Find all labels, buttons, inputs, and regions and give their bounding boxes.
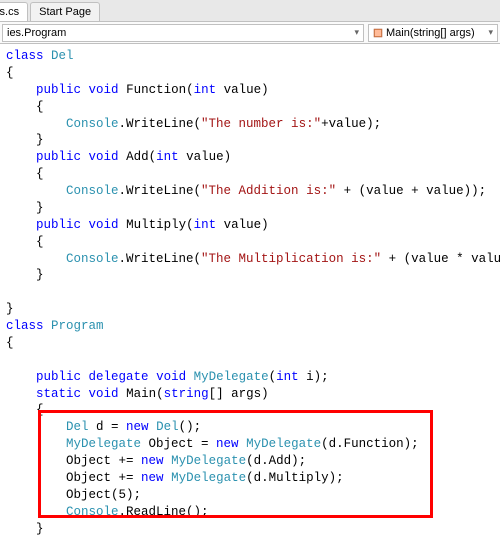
code-token: Main(	[126, 387, 164, 401]
code-token: MyDelegate	[171, 471, 246, 485]
code-token: .WriteLine(	[119, 184, 202, 198]
code-token	[6, 117, 66, 131]
code-token: value)	[216, 218, 269, 232]
code-token: new	[141, 471, 164, 485]
code-token: public	[36, 150, 81, 164]
code-token: Object +=	[6, 471, 141, 485]
tab-start-page[interactable]: Start Page	[30, 2, 100, 21]
code-token: public	[36, 218, 81, 232]
code-token: static	[36, 387, 81, 401]
code-token	[6, 437, 66, 451]
code-token: int	[194, 218, 217, 232]
class-dropdown-label: ies.Program	[7, 27, 66, 39]
chevron-down-icon: ▾	[488, 27, 493, 38]
code-token: +value);	[321, 117, 381, 131]
code-token: delegate	[89, 370, 149, 384]
code-token: (d.Multiply);	[246, 471, 344, 485]
code-token: Object +=	[6, 454, 141, 468]
code-token: d =	[89, 420, 127, 434]
code-token: {	[6, 403, 44, 417]
code-token: value)	[179, 150, 232, 164]
code-token: int	[276, 370, 299, 384]
code-token	[6, 252, 66, 266]
code-token: Multiply(	[126, 218, 194, 232]
code-token: "The Addition is:"	[201, 184, 336, 198]
code-token: Console	[66, 252, 119, 266]
code-token: string	[164, 387, 209, 401]
code-token: MyDelegate	[246, 437, 321, 451]
code-token	[6, 505, 66, 519]
code-token: value)	[216, 83, 269, 97]
code-token: (	[269, 370, 277, 384]
code-token: "The Multiplication is:"	[201, 252, 381, 266]
code-token: MyDelegate	[66, 437, 141, 451]
code-token: void	[89, 387, 119, 401]
code-token	[6, 184, 66, 198]
code-token: MyDelegate	[171, 454, 246, 468]
code-token: Del	[66, 420, 89, 434]
tab-bar: ies.cs Start Page	[0, 0, 500, 22]
code-token: (d.Add);	[246, 454, 306, 468]
code-token: public	[36, 83, 81, 97]
code-token: Console	[66, 117, 119, 131]
code-token: }	[6, 522, 44, 536]
code-token: .ReadLine();	[119, 505, 209, 519]
code-token: Function(	[126, 83, 194, 97]
method-icon	[373, 28, 383, 38]
code-token: + (value * value));	[381, 252, 500, 266]
code-editor[interactable]: class Del { public void Function(int val…	[0, 44, 500, 558]
code-token: MyDelegate	[194, 370, 269, 384]
code-token: Console	[66, 184, 119, 198]
nav-bar: ies.Program ▾ Main(string[] args) ▾	[0, 22, 500, 44]
code-token: }	[6, 268, 44, 282]
code-token: }	[6, 302, 14, 316]
code-token: }	[6, 133, 44, 147]
code-token: int	[156, 150, 179, 164]
code-token: {	[6, 66, 14, 80]
code-token: (d.Function);	[321, 437, 419, 451]
chevron-down-icon: ▾	[354, 27, 359, 38]
code-token: [] args)	[209, 387, 269, 401]
code-token: Console	[66, 505, 119, 519]
code-token: void	[89, 218, 119, 232]
code-token: Del	[51, 49, 74, 63]
class-dropdown[interactable]: ies.Program ▾	[2, 24, 364, 42]
code-token: .WriteLine(	[119, 117, 202, 131]
code-token: + (value + value));	[336, 184, 486, 198]
method-dropdown[interactable]: Main(string[] args) ▾	[368, 24, 498, 42]
code-token: {	[6, 167, 44, 181]
code-token: class	[6, 319, 44, 333]
code-token: "The number is:"	[201, 117, 321, 131]
code-token: new	[216, 437, 239, 451]
code-token: Del	[156, 420, 179, 434]
code-token: .WriteLine(	[119, 252, 202, 266]
code-token: new	[141, 454, 164, 468]
code-token: {	[6, 336, 14, 350]
code-token: void	[89, 150, 119, 164]
code-token: public	[36, 370, 81, 384]
code-token: i);	[299, 370, 329, 384]
code-token: new	[126, 420, 149, 434]
code-token: int	[194, 83, 217, 97]
tab-file-cs[interactable]: ies.cs	[0, 2, 28, 21]
method-dropdown-label: Main(string[] args)	[386, 27, 475, 39]
code-token: {	[6, 235, 44, 249]
code-token: class	[6, 49, 44, 63]
code-token: Add(	[126, 150, 156, 164]
code-token: Object =	[141, 437, 216, 451]
code-token	[6, 420, 66, 434]
code-token: }	[6, 201, 44, 215]
code-token: void	[89, 83, 119, 97]
code-token: Program	[51, 319, 104, 333]
code-token: ();	[179, 420, 202, 434]
code-token: void	[156, 370, 186, 384]
code-token: {	[6, 100, 44, 114]
